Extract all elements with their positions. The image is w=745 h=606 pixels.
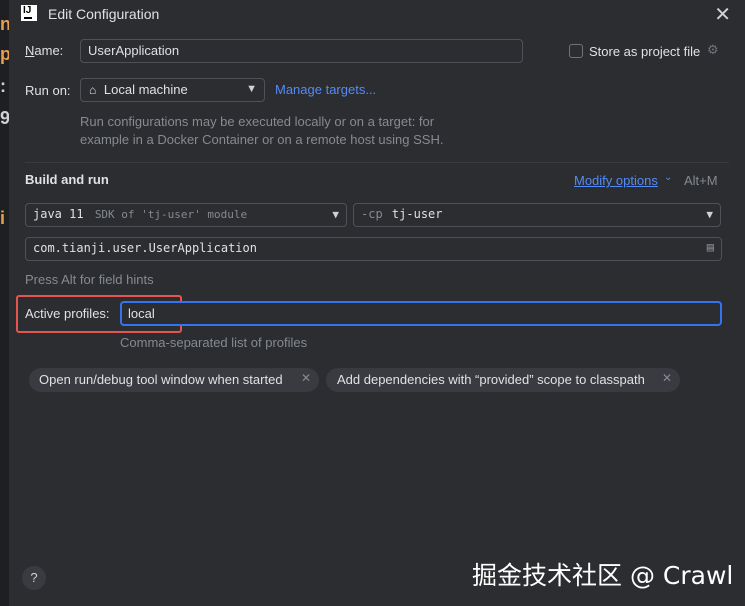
title-bar: IJ Edit Configuration ✕ xyxy=(9,0,745,30)
close-icon[interactable]: ✕ xyxy=(714,2,731,27)
sdk-value: java 11 xyxy=(33,207,84,221)
active-profiles-input[interactable]: local xyxy=(120,301,722,326)
field-hint: Press Alt for field hints xyxy=(25,272,154,287)
modify-options-chevron-icon[interactable]: ⌄ xyxy=(664,172,672,183)
chevron-down-icon: ▼ xyxy=(332,208,339,221)
main-class-value: com.tianji.user.UserApplication xyxy=(33,241,257,255)
chevron-down-icon: ▼ xyxy=(246,83,257,95)
sdk-description: SDK of 'tj-user' module xyxy=(94,208,248,221)
watermark: 掘金技术社区 @ Crawl xyxy=(472,561,734,590)
chip-label: Open run/debug tool window when started xyxy=(39,372,283,387)
sdk-select[interactable]: java 11 SDK of 'tj-user' module ▼ xyxy=(25,203,347,227)
edit-configuration-dialog: IJ Edit Configuration ✕ Name: UserApplic… xyxy=(9,0,745,606)
chip-open-tool-window[interactable]: Open run/debug tool window when started … xyxy=(29,368,319,392)
run-on-label: Run on: xyxy=(25,83,71,98)
bg-glyph-colon: : xyxy=(0,76,6,96)
remove-chip-icon[interactable]: ✕ xyxy=(662,371,672,385)
cp-value: tj-user xyxy=(391,207,443,221)
name-input[interactable]: UserApplication xyxy=(80,39,523,63)
run-on-hint-line-1: Run configurations may be executed local… xyxy=(80,114,435,129)
chip-provided-scope[interactable]: Add dependencies with “provided” scope t… xyxy=(326,368,680,392)
store-as-project-file-label[interactable]: Store as project file xyxy=(589,44,700,59)
remove-chip-icon[interactable]: ✕ xyxy=(301,371,311,385)
run-on-hint-line-2: example in a Docker Container or on a re… xyxy=(80,132,444,147)
modify-options-link[interactable]: Modify options xyxy=(574,173,658,188)
bg-glyph-i: i xyxy=(0,208,6,228)
main-class-input[interactable]: com.tianji.user.UserApplication ▤ xyxy=(25,237,722,261)
classpath-select[interactable]: -cp tj-user ▼ xyxy=(353,203,721,227)
active-profiles-label: Active profiles: xyxy=(25,306,110,321)
active-profiles-hint: Comma-separated list of profiles xyxy=(120,335,308,350)
help-icon[interactable]: ? xyxy=(22,566,46,590)
run-on-value: Local machine xyxy=(103,82,188,97)
chip-label: Add dependencies with “provided” scope t… xyxy=(337,372,645,387)
modify-options-shortcut: Alt+M xyxy=(684,173,718,188)
chevron-down-icon: ▼ xyxy=(706,208,713,221)
dialog-title: Edit Configuration xyxy=(48,6,160,22)
run-on-select[interactable]: ⌂ Local machine ▼ xyxy=(80,78,265,102)
manage-targets-link[interactable]: Manage targets... xyxy=(275,82,376,97)
store-as-project-file-checkbox[interactable] xyxy=(569,44,583,58)
editor-background-strip: n p : 9 i xyxy=(0,0,11,606)
browse-icon[interactable]: ▤ xyxy=(707,240,714,254)
gear-icon[interactable]: ⚙ xyxy=(707,42,719,58)
name-label: Name: xyxy=(25,43,64,58)
build-and-run-title: Build and run xyxy=(25,172,109,187)
home-icon: ⌂ xyxy=(89,83,97,97)
intellij-icon: IJ xyxy=(21,5,37,21)
separator xyxy=(25,162,729,163)
cp-prefix: -cp xyxy=(361,207,383,221)
